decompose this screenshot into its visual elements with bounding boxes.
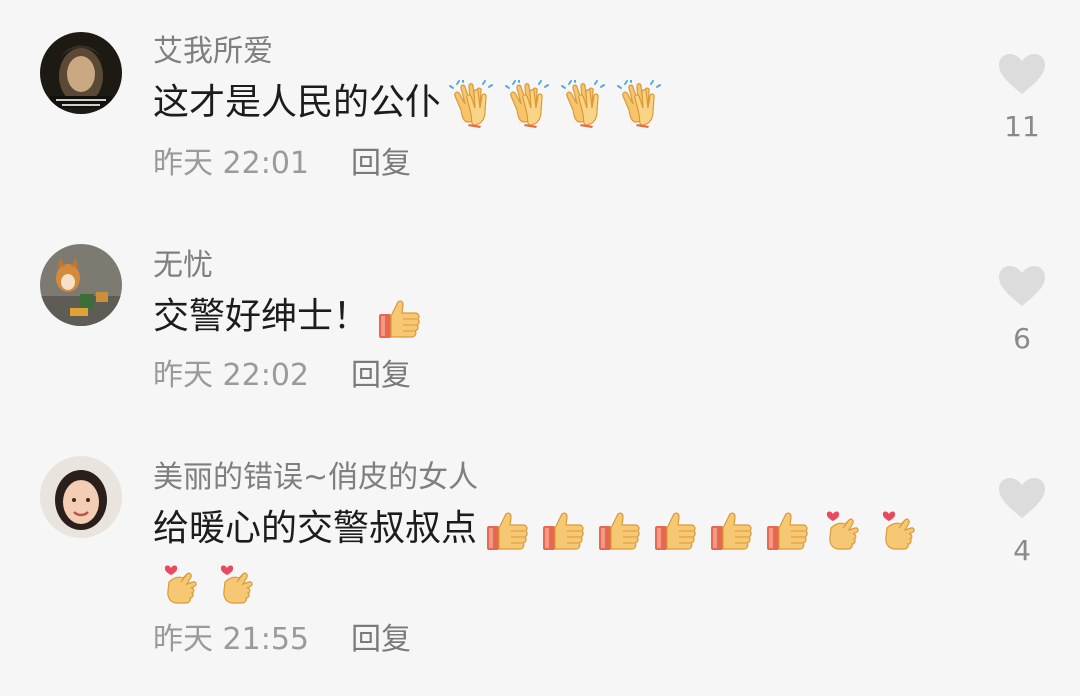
thumbs-up-emoji-icon xyxy=(707,506,755,554)
comment-text-row: 交警好绅士！ xyxy=(153,290,431,344)
like-button[interactable]: 11 xyxy=(996,52,1048,144)
clap-emoji-icon xyxy=(559,80,607,128)
clap-emoji-icon xyxy=(615,80,663,128)
thumbs-up-emoji-icon xyxy=(651,506,699,554)
comment-text: 交警好绅士！ xyxy=(153,296,370,337)
heart-icon xyxy=(999,54,1045,94)
reply-button[interactable]: 回复 xyxy=(351,358,411,393)
reply-button[interactable]: 回复 xyxy=(351,146,411,181)
like-button[interactable]: 4 xyxy=(996,476,1048,568)
clap-emoji-icon xyxy=(503,80,551,128)
thumbs-up-emoji-icon xyxy=(539,506,587,554)
avatar-image xyxy=(40,244,122,326)
heart-icon xyxy=(999,478,1045,518)
finger-heart-emoji-icon xyxy=(157,560,205,608)
thumbs-up-emoji-icon xyxy=(483,506,531,554)
comment-timestamp: 昨天 22:01 xyxy=(153,146,309,181)
avatar-image xyxy=(40,456,122,538)
comment-text: 这才是人民的公仆 xyxy=(153,82,442,123)
comment-meta: 昨天 21:55 回复 xyxy=(153,620,411,660)
finger-heart-emoji-icon xyxy=(819,506,867,554)
thumbs-up-emoji-icon xyxy=(763,506,811,554)
like-count: 4 xyxy=(1013,534,1031,567)
comment-username[interactable]: 美丽的错误~俏皮的女人 xyxy=(153,458,478,498)
avatar[interactable] xyxy=(40,32,122,114)
thumbs-up-emoji-icon xyxy=(595,506,643,554)
comment-timestamp: 昨天 21:55 xyxy=(153,622,309,657)
avatar-image xyxy=(40,32,122,114)
comment-username[interactable]: 艾我所爱 xyxy=(153,32,273,72)
finger-heart-emoji-icon xyxy=(213,560,261,608)
comment-timestamp: 昨天 22:02 xyxy=(153,358,309,393)
heart-icon xyxy=(999,266,1045,306)
clap-emoji-icon xyxy=(447,80,495,128)
like-button[interactable]: 6 xyxy=(996,264,1048,356)
emoji-row xyxy=(157,560,269,608)
thumbs-up-emoji-icon xyxy=(375,294,423,342)
reply-button[interactable]: 回复 xyxy=(351,622,411,657)
comment-text-row: 这才是人民的公仆 xyxy=(153,76,671,130)
like-count: 6 xyxy=(1013,322,1031,355)
comment-text-row: 给暖心的交警叔叔点 xyxy=(153,502,931,556)
emoji-row xyxy=(375,294,431,342)
comment-text: 给暖心的交警叔叔点 xyxy=(153,508,478,549)
finger-heart-emoji-icon xyxy=(875,506,923,554)
comment-meta: 昨天 22:02 回复 xyxy=(153,356,411,396)
like-count: 11 xyxy=(1004,110,1040,143)
comment-meta: 昨天 22:01 回复 xyxy=(153,144,411,184)
emoji-row xyxy=(483,506,931,554)
emoji-row xyxy=(447,80,671,128)
avatar[interactable] xyxy=(40,244,122,326)
avatar[interactable] xyxy=(40,456,122,538)
comment-username[interactable]: 无忧 xyxy=(153,246,213,286)
comment-emoji-continuation xyxy=(153,556,269,610)
